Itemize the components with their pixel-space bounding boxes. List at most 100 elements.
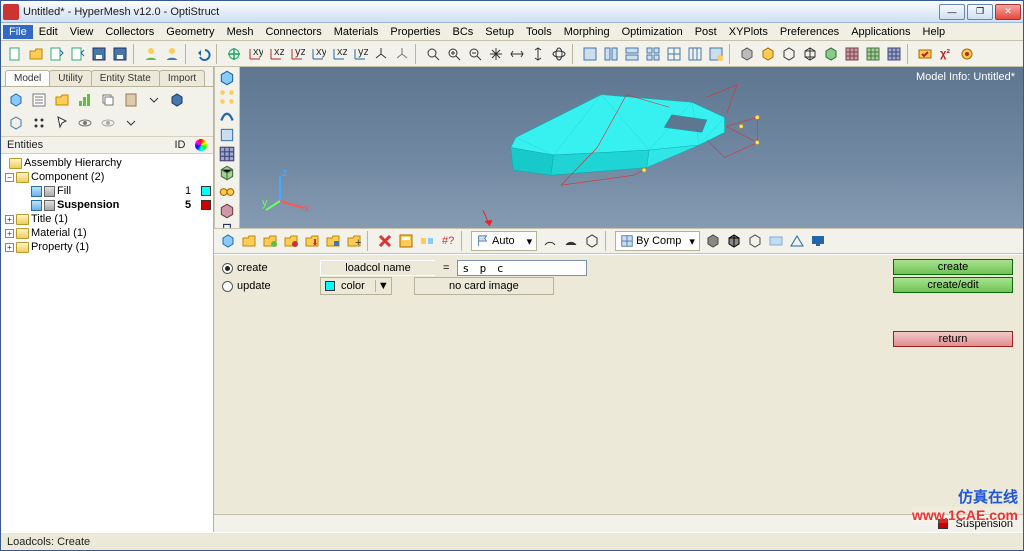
- user-icon[interactable]: [141, 44, 161, 64]
- tree-component[interactable]: − Component (2): [3, 170, 211, 184]
- bt-card-icon[interactable]: [396, 231, 416, 251]
- bt-organize-icon[interactable]: [417, 231, 437, 251]
- create-edit-button[interactable]: create/edit: [893, 277, 1013, 293]
- bt-box-icon[interactable]: [582, 231, 602, 251]
- lxy2-icon[interactable]: xy: [308, 44, 328, 64]
- vt-mesh3d-icon[interactable]: [216, 164, 238, 182]
- radio-update[interactable]: update: [222, 280, 312, 292]
- vt-surf-icon[interactable]: [216, 126, 238, 144]
- s-eye2-icon[interactable]: [97, 112, 119, 134]
- expand-icon[interactable]: +: [5, 243, 14, 252]
- win4-icon[interactable]: [643, 44, 663, 64]
- bt-shadededge-icon[interactable]: [724, 231, 744, 251]
- tree-title[interactable]: + Title (1): [3, 212, 211, 226]
- lxz2-icon[interactable]: xz: [329, 44, 349, 64]
- menu-tools[interactable]: Tools: [520, 25, 558, 39]
- vt-nodes-icon[interactable]: [216, 88, 238, 106]
- menu-xyplots[interactable]: XYPlots: [723, 25, 774, 39]
- menu-bcs[interactable]: BCs: [447, 25, 480, 39]
- bt-persp-icon[interactable]: [787, 231, 807, 251]
- wire2-icon[interactable]: [800, 44, 820, 64]
- shade1-icon[interactable]: [737, 44, 757, 64]
- maximize-button[interactable]: ❐: [967, 4, 993, 20]
- tree-property[interactable]: + Property (1): [3, 240, 211, 254]
- menu-edit[interactable]: Edit: [33, 25, 64, 39]
- menu-collectors[interactable]: Collectors: [99, 25, 160, 39]
- new-icon[interactable]: [5, 44, 25, 64]
- menu-applications[interactable]: Applications: [845, 25, 916, 39]
- model-tree[interactable]: Assembly Hierarchy − Component (2) Fill …: [1, 154, 213, 532]
- shade3-icon[interactable]: [821, 44, 841, 64]
- menu-post[interactable]: Post: [689, 25, 723, 39]
- s-dd2-icon[interactable]: [120, 112, 142, 134]
- tree-suspension[interactable]: Suspension 5: [3, 198, 211, 212]
- arrows-ud-icon[interactable]: [528, 44, 548, 64]
- tab-import[interactable]: Import: [159, 70, 205, 86]
- bt-loadcol-icon[interactable]: [302, 231, 322, 251]
- expand-icon[interactable]: +: [5, 229, 14, 238]
- axis-xyz-icon[interactable]: [371, 44, 391, 64]
- close-button[interactable]: ✕: [995, 4, 1021, 20]
- s-eye-icon[interactable]: [74, 112, 96, 134]
- axis-alt-icon[interactable]: [392, 44, 412, 64]
- pan-icon[interactable]: [486, 44, 506, 64]
- rotate-free-icon[interactable]: [549, 44, 569, 64]
- bt-folder1-icon[interactable]: [239, 231, 259, 251]
- s-cursor-icon[interactable]: [51, 112, 73, 134]
- expand-icon[interactable]: +: [5, 215, 14, 224]
- vt-line-icon[interactable]: [216, 107, 238, 125]
- bt-folder2-icon[interactable]: [260, 231, 280, 251]
- menu-file[interactable]: File: [3, 25, 33, 39]
- target-icon[interactable]: [957, 44, 977, 64]
- menu-help[interactable]: Help: [917, 25, 952, 39]
- select-mode-dropdown[interactable]: Auto ▾: [471, 231, 537, 251]
- menu-properties[interactable]: Properties: [384, 25, 446, 39]
- mesh1-icon[interactable]: [842, 44, 862, 64]
- return-button[interactable]: return: [893, 331, 1013, 347]
- export-icon[interactable]: [68, 44, 88, 64]
- wire-icon[interactable]: [779, 44, 799, 64]
- bt-delete-icon[interactable]: [375, 231, 395, 251]
- user2-icon[interactable]: [162, 44, 182, 64]
- tree-fill[interactable]: Fill 1: [3, 184, 211, 198]
- bt-folder6-icon[interactable]: +: [344, 231, 364, 251]
- bt-comp-icon[interactable]: [218, 231, 238, 251]
- lxz-icon[interactable]: xz: [266, 44, 286, 64]
- shade2-icon[interactable]: [758, 44, 778, 64]
- s-cube-icon[interactable]: [5, 89, 27, 111]
- mesh2-icon[interactable]: [863, 44, 883, 64]
- bt-arc2-icon[interactable]: [561, 231, 581, 251]
- undo-icon[interactable]: [193, 44, 213, 64]
- display-mode-dropdown[interactable]: By Comp ▾: [615, 231, 700, 251]
- vt-mat-icon[interactable]: [216, 202, 238, 220]
- import-geom-icon[interactable]: [47, 44, 67, 64]
- save-as-icon[interactable]: [110, 44, 130, 64]
- bt-shaded-icon[interactable]: [703, 231, 723, 251]
- tab-utility[interactable]: Utility: [49, 70, 91, 86]
- s-copy-icon[interactable]: [97, 89, 119, 111]
- minimize-button[interactable]: —: [939, 4, 965, 20]
- bt-transp-icon[interactable]: [766, 231, 786, 251]
- 3d-viewport[interactable]: Model Info: Untitled*: [240, 67, 1023, 228]
- radio-create[interactable]: create: [222, 262, 312, 274]
- bt-renumber-icon[interactable]: #?: [438, 231, 458, 251]
- mesh3-icon[interactable]: [884, 44, 904, 64]
- s-paste-icon[interactable]: [120, 89, 142, 111]
- menu-materials[interactable]: Materials: [328, 25, 385, 39]
- s-dots-icon[interactable]: [28, 112, 50, 134]
- vt-cube-icon[interactable]: [216, 69, 238, 87]
- win1-icon[interactable]: [580, 44, 600, 64]
- bt-wire2-icon[interactable]: [745, 231, 765, 251]
- bt-folder3-icon[interactable]: [281, 231, 301, 251]
- menu-morphing[interactable]: Morphing: [558, 25, 616, 39]
- tab-entity[interactable]: Entity State: [91, 70, 160, 86]
- open-icon[interactable]: [26, 44, 46, 64]
- xlist-icon[interactable]: χ²: [936, 44, 956, 64]
- menu-mesh[interactable]: Mesh: [221, 25, 260, 39]
- loadcol-name-input[interactable]: [457, 260, 587, 276]
- menu-view[interactable]: View: [64, 25, 100, 39]
- create-button[interactable]: create: [893, 259, 1013, 275]
- s-wire-icon[interactable]: [5, 112, 27, 134]
- menu-connectors[interactable]: Connectors: [259, 25, 327, 39]
- win-lock-icon[interactable]: [706, 44, 726, 64]
